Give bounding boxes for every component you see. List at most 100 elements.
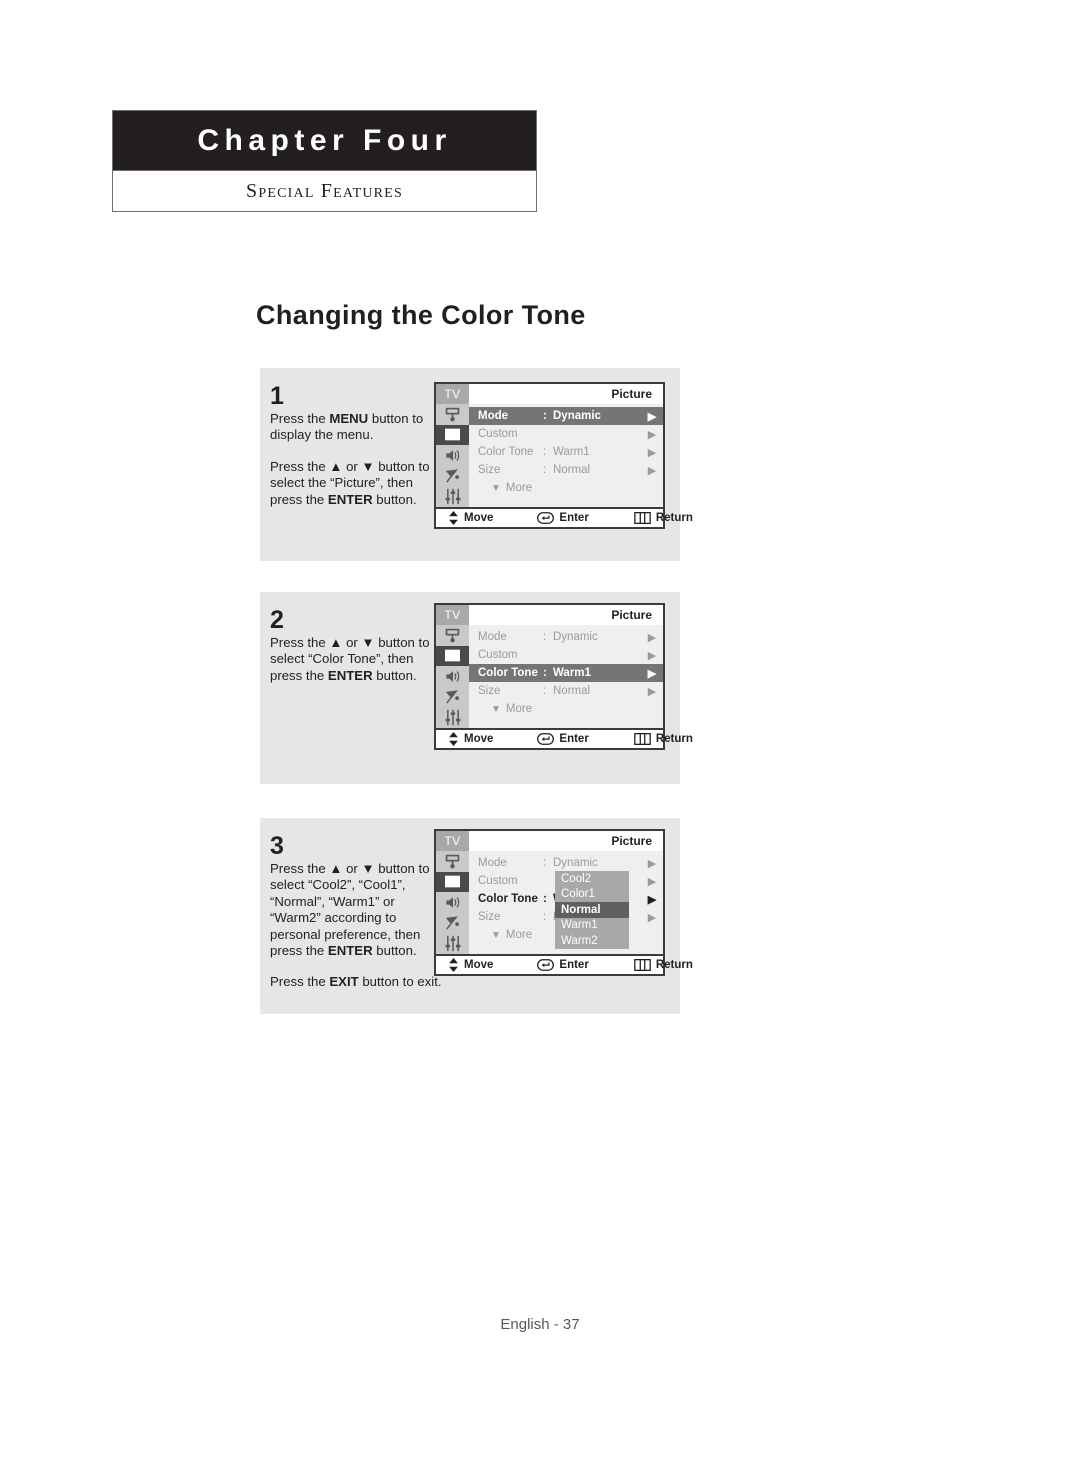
osd-menu-1: TV Picture Mode: Dynamic ▶ Custom ▶ Color Ton… bbox=[434, 382, 693, 529]
move-indicator: Move bbox=[448, 732, 493, 746]
input-source-icon[interactable] bbox=[436, 404, 469, 425]
sound-icon[interactable] bbox=[436, 445, 469, 466]
osd-menu-item[interactable]: Mode: Dynamic ▶ bbox=[469, 854, 663, 872]
enter-indicator: Enter bbox=[537, 733, 589, 745]
osd-menu-item[interactable]: Mode: Dynamic ▶ bbox=[469, 407, 663, 425]
chapter-title: Chapter Four bbox=[197, 123, 452, 157]
body-text: button. bbox=[372, 667, 417, 683]
step-1-text: 1 Press the MENU button to display the m… bbox=[270, 382, 445, 508]
move-indicator-label: Move bbox=[464, 733, 494, 745]
body-text: or bbox=[342, 861, 362, 876]
osd-2-bottom-bar: Move Enter Return bbox=[436, 728, 693, 748]
chevron-right-icon: ▶ bbox=[647, 428, 657, 441]
osd-item-value: Warm1 bbox=[553, 667, 591, 679]
osd-menu-item[interactable]: Size: Normal ▶ bbox=[469, 682, 663, 700]
picture-icon[interactable] bbox=[436, 645, 469, 667]
step-2-body: Press the ▲ or ▼ button to select “Color… bbox=[270, 635, 445, 684]
input-source-icon[interactable] bbox=[436, 625, 469, 646]
osd-item-value: Normal bbox=[553, 464, 591, 476]
osd-more-label: More bbox=[505, 929, 533, 941]
dropdown-option[interactable]: Warm2 bbox=[555, 933, 629, 949]
color-tone-dropdown[interactable]: Cool2 Color1 Normal Warm1 Warm2 bbox=[555, 871, 629, 949]
osd-1-title: Picture bbox=[611, 387, 652, 401]
osd-3-list: Mode: Dynamic ▶ Custom ▶ Color Tone: Warm1 ▶ Siz… bbox=[469, 851, 663, 954]
osd-item-label: Mode bbox=[478, 857, 507, 869]
return-indicator-label: Return bbox=[655, 733, 693, 745]
dropdown-option[interactable]: Normal bbox=[555, 902, 629, 918]
osd-item-colon: : bbox=[543, 410, 547, 422]
osd-menu-item[interactable]: Custom ▶ bbox=[469, 425, 663, 443]
body-text: Press the bbox=[270, 411, 330, 426]
osd-menu-2: TV Picture Mode: Dynamic ▶ Custom ▶ Color Ton… bbox=[434, 603, 693, 750]
input-source-icon[interactable] bbox=[436, 851, 469, 872]
chevron-right-icon: ▶ bbox=[647, 410, 657, 423]
step-panel-1: 1 Press the MENU button to display the m… bbox=[260, 368, 693, 561]
osd-item-colon: : bbox=[543, 911, 547, 923]
body-text: ▼ bbox=[361, 861, 375, 876]
osd-menu-item[interactable]: Mode: Dynamic ▶ bbox=[469, 628, 663, 646]
osd-item-colon: : bbox=[543, 685, 547, 697]
osd-2-titlebar: TV Picture bbox=[436, 605, 663, 625]
osd-item-colon: : bbox=[543, 857, 547, 869]
osd-menu-item[interactable]: Color Tone: Warm1 ▶ bbox=[469, 664, 663, 682]
step-paragraph: Press the ▲ or ▼ button to select the “P… bbox=[270, 459, 445, 508]
osd-1-body: Mode: Dynamic ▶ Custom ▶ Color Tone: Warm1 ▶ Siz… bbox=[436, 404, 663, 507]
enter-indicator-label: Enter bbox=[559, 733, 589, 745]
sound-icon[interactable] bbox=[436, 892, 469, 913]
osd-more-row[interactable]: ▼ More bbox=[469, 700, 663, 718]
osd-item-label: Custom bbox=[478, 649, 518, 661]
osd-3-rail bbox=[436, 851, 469, 954]
setup-sliders-icon[interactable] bbox=[436, 707, 469, 728]
osd-menu-item[interactable]: Size: Normal ▶ bbox=[469, 461, 663, 479]
move-indicator-label: Move bbox=[464, 959, 494, 971]
osd-2-body: Mode: Dynamic ▶ Custom ▶ Color Tone: Warm1 ▶ Siz… bbox=[436, 625, 663, 728]
move-indicator-label: Move bbox=[464, 512, 494, 524]
step-paragraph: Press the EXIT button to exit. bbox=[270, 974, 445, 990]
return-indicator-label: Return bbox=[655, 959, 693, 971]
dropdown-option[interactable]: Color1 bbox=[555, 887, 629, 903]
osd-menu-item[interactable]: Color Tone: Warm1 ▶ bbox=[469, 443, 663, 461]
osd-item-label: Mode bbox=[478, 410, 509, 422]
emphasis-text: ENTER bbox=[327, 943, 373, 959]
channel-satellite-icon[interactable] bbox=[436, 913, 469, 934]
osd-3-tv-label: TV bbox=[436, 831, 469, 851]
osd-2-title: Picture bbox=[611, 608, 652, 622]
chevron-down-icon: ▼ bbox=[491, 703, 501, 715]
chevron-right-icon: ▶ bbox=[647, 631, 657, 644]
osd-item-label: Color Tone bbox=[478, 667, 538, 679]
emphasis-text: MENU bbox=[329, 411, 369, 426]
chapter-subtitle-bar: Special Features bbox=[112, 170, 537, 212]
channel-satellite-icon[interactable] bbox=[436, 466, 469, 487]
osd-more-row[interactable]: ▼ More bbox=[469, 479, 663, 497]
chevron-right-icon: ▶ bbox=[647, 857, 657, 870]
step-1-body: Press the MENU button to display the men… bbox=[270, 411, 445, 508]
setup-sliders-icon[interactable] bbox=[436, 933, 469, 954]
osd-more-label: More bbox=[505, 482, 533, 494]
enter-key-icon bbox=[537, 959, 555, 971]
picture-icon[interactable] bbox=[436, 424, 469, 446]
channel-satellite-icon[interactable] bbox=[436, 687, 469, 708]
body-text: ▼ bbox=[361, 458, 375, 474]
picture-icon[interactable] bbox=[436, 871, 469, 893]
enter-indicator-label: Enter bbox=[559, 512, 589, 524]
body-text: button. bbox=[372, 491, 417, 507]
osd-menu-item[interactable]: Custom ▶ bbox=[469, 646, 663, 664]
sound-icon[interactable] bbox=[436, 666, 469, 687]
osd-1-list: Mode: Dynamic ▶ Custom ▶ Color Tone: Warm1 ▶ Siz… bbox=[469, 404, 663, 507]
chevron-down-icon: ▼ bbox=[491, 929, 501, 941]
setup-sliders-icon[interactable] bbox=[436, 486, 469, 507]
return-indicator: Return bbox=[634, 512, 693, 524]
osd-2-rail bbox=[436, 625, 469, 728]
body-text: Press the bbox=[270, 861, 330, 876]
body-text: ▲ bbox=[329, 635, 343, 650]
enter-indicator: Enter bbox=[537, 959, 589, 971]
dropdown-option[interactable]: Cool2 bbox=[555, 871, 629, 887]
chevron-right-icon: ▶ bbox=[647, 464, 657, 477]
osd-item-label: Color Tone bbox=[478, 446, 534, 458]
move-arrows-icon bbox=[448, 511, 459, 525]
dropdown-option[interactable]: Warm1 bbox=[555, 918, 629, 934]
body-text: ▲ bbox=[329, 458, 343, 474]
body-text: or bbox=[342, 635, 362, 650]
osd-item-label: Color Tone bbox=[478, 893, 538, 905]
page-title: Changing the Color Tone bbox=[256, 300, 586, 330]
